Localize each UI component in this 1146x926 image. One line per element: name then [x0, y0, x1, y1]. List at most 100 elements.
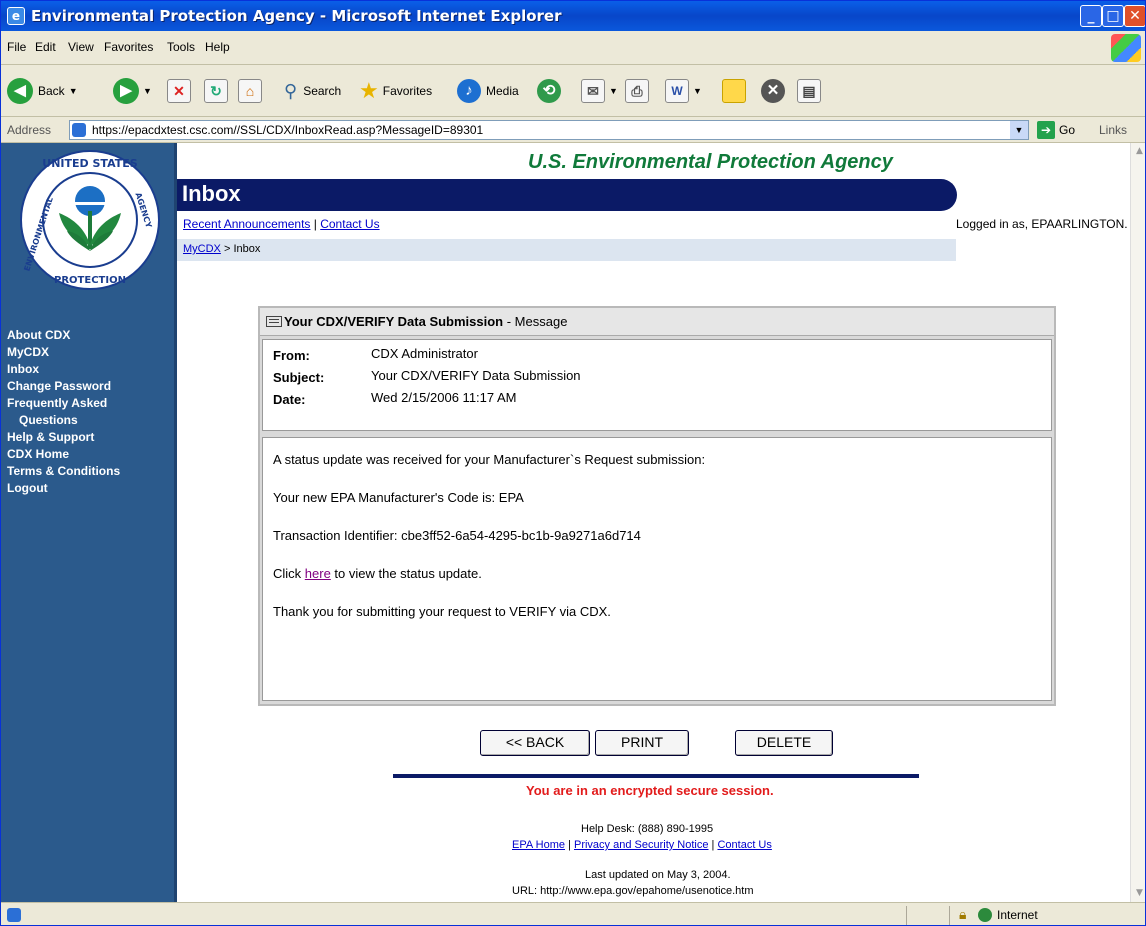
- address-label: Address: [7, 123, 52, 137]
- sidebar-item-logout[interactable]: Logout: [7, 480, 120, 497]
- message-header: Your CDX/VERIFY Data Submission - Messag…: [260, 308, 1054, 336]
- secure-session-text: You are in an encrypted secure session.: [526, 783, 774, 798]
- printer-icon: ⎙: [625, 79, 649, 103]
- address-url[interactable]: https://epacdxtest.csc.com//SSL/CDX/Inbo…: [92, 123, 483, 137]
- seal-top-text: UNITED STATES: [42, 157, 137, 170]
- chevron-down-icon: ▼: [693, 86, 702, 96]
- close-button[interactable]: ✕: [1124, 5, 1145, 27]
- footer-links: EPA Home | Privacy and Security Notice |…: [512, 839, 772, 851]
- subject-label: Subject:: [273, 370, 325, 385]
- sidebar-item-faq-cont[interactable]: Questions: [7, 412, 120, 429]
- back-page-button[interactable]: << BACK: [480, 730, 590, 756]
- home-button[interactable]: ⌂: [238, 77, 262, 105]
- stop-button[interactable]: ✕: [167, 77, 191, 105]
- body-line-thanks: Thank you for submitting your request to…: [273, 604, 611, 619]
- message-title: Your CDX/VERIFY Data Submission: [284, 314, 504, 329]
- breadcrumb-mycdx-link[interactable]: MyCDX: [183, 243, 221, 255]
- stop-icon: ✕: [167, 79, 191, 103]
- history-button[interactable]: ⟲: [537, 77, 561, 105]
- inbox-banner: Inbox: [177, 179, 957, 211]
- word-icon: W: [665, 79, 689, 103]
- scroll-down-icon[interactable]: ▼: [1131, 885, 1145, 902]
- chevron-down-icon[interactable]: ▼: [1010, 121, 1028, 139]
- body-line-transaction: Transaction Identifier: cbe3ff52-6a54-42…: [273, 528, 641, 543]
- zone-text: Internet: [997, 908, 1038, 922]
- top-links: Recent Announcements | Contact Us: [183, 217, 380, 231]
- block-button[interactable]: ✕: [761, 77, 785, 105]
- sidebar-item-help-support[interactable]: Help & Support: [7, 429, 120, 446]
- notes-button[interactable]: [722, 77, 746, 105]
- epa-home-link[interactable]: EPA Home: [512, 839, 565, 851]
- menu-tools[interactable]: Tools: [167, 40, 195, 54]
- delete-button[interactable]: DELETE: [735, 730, 833, 756]
- helpdesk-text: Help Desk: (888) 890-1995: [581, 823, 714, 835]
- chevron-down-icon: ▼: [609, 86, 618, 96]
- message-body: A status update was received for your Ma…: [262, 437, 1052, 701]
- print-toolbar-button[interactable]: ⎙: [625, 77, 649, 105]
- windows-logo-icon: [1111, 34, 1141, 62]
- sidebar-item-terms[interactable]: Terms & Conditions: [7, 463, 120, 480]
- sidebar-item-about-cdx[interactable]: About CDX: [7, 327, 120, 344]
- vertical-scrollbar[interactable]: ▲ ▼: [1130, 143, 1145, 902]
- sidebar-item-change-password[interactable]: Change Password: [7, 378, 120, 395]
- sidebar: UNITED STATES ENVIRONMENTAL AGENCY PROTE…: [1, 143, 177, 902]
- favorites-button[interactable]: ★ Favorites: [359, 77, 432, 105]
- menu-favorites[interactable]: Favorites: [104, 40, 153, 54]
- back-arrow-icon: ◀: [7, 78, 33, 104]
- scroll-up-icon[interactable]: ▲: [1131, 143, 1145, 160]
- address-input[interactable]: https://epacdxtest.csc.com//SSL/CDX/Inbo…: [69, 120, 1029, 140]
- links-label[interactable]: Links: [1099, 123, 1127, 137]
- footer-contact-link[interactable]: Contact Us: [717, 839, 771, 851]
- history-icon: ⟲: [537, 79, 561, 103]
- menu-edit[interactable]: Edit: [35, 40, 56, 54]
- body-line-status: A status update was received for your Ma…: [273, 452, 706, 467]
- from-value: CDX Administrator: [371, 346, 478, 361]
- research-button[interactable]: ▤: [797, 77, 821, 105]
- menu-help[interactable]: Help: [205, 40, 230, 54]
- page-icon: [72, 123, 86, 137]
- refresh-button[interactable]: ↻: [204, 77, 228, 105]
- breadcrumb-separator: >: [223, 243, 231, 255]
- recent-announcements-link[interactable]: Recent Announcements: [183, 217, 310, 231]
- chevron-down-icon: ▼: [143, 86, 152, 96]
- contact-us-link[interactable]: Contact Us: [320, 217, 379, 231]
- go-label: Go: [1059, 123, 1076, 137]
- mail-icon: ✉: [581, 79, 605, 103]
- minimize-button[interactable]: _: [1080, 5, 1102, 27]
- seal-bottom-text: PROTECTION: [54, 275, 126, 286]
- maximize-button[interactable]: □: [1102, 5, 1124, 27]
- menu-view[interactable]: View: [68, 40, 94, 54]
- menu-file[interactable]: File: [7, 40, 26, 54]
- footer-url-text: URL: http://www.epa.gov/epahome/usenotic…: [512, 885, 754, 897]
- star-icon: ★: [359, 78, 379, 103]
- forward-button[interactable]: ▶ ▼: [113, 77, 152, 105]
- back-label: Back: [38, 84, 65, 98]
- edit-button[interactable]: W ▼: [665, 77, 702, 105]
- favorites-label: Favorites: [382, 84, 433, 98]
- page-title: Inbox: [182, 181, 241, 206]
- block-icon: ✕: [761, 79, 785, 103]
- refresh-icon: ↻: [204, 79, 228, 103]
- print-button[interactable]: PRINT: [595, 730, 689, 756]
- search-button[interactable]: ⚲ Search: [284, 77, 341, 105]
- mail-button[interactable]: ✉ ▼: [581, 77, 618, 105]
- chevron-down-icon: ▼: [68, 86, 78, 96]
- back-button[interactable]: ◀ Back ▼: [7, 77, 78, 105]
- sidebar-item-cdx-home[interactable]: CDX Home: [7, 446, 120, 463]
- window-title: Environmental Protection Agency - Micros…: [31, 7, 562, 25]
- privacy-notice-link[interactable]: Privacy and Security Notice: [574, 839, 709, 851]
- body-line-code: Your new EPA Manufacturer's Code is: EPA: [273, 490, 524, 505]
- subject-value: Your CDX/VERIFY Data Submission: [371, 368, 581, 383]
- media-button[interactable]: ♪ Media: [457, 77, 519, 105]
- sidebar-nav: About CDX MyCDX Inbox Change Password Fr…: [7, 327, 120, 497]
- forward-arrow-icon: ▶: [113, 78, 139, 104]
- go-button[interactable]: ➔ Go: [1037, 120, 1075, 140]
- epa-seal-logo: UNITED STATES ENVIRONMENTAL AGENCY PROTE…: [20, 150, 160, 290]
- sidebar-item-mycdx[interactable]: MyCDX: [7, 344, 120, 361]
- date-label: Date:: [273, 392, 306, 407]
- lock-icon: 🔒︎: [959, 906, 967, 922]
- here-link[interactable]: here: [305, 566, 331, 581]
- sidebar-item-faq[interactable]: Frequently Asked: [7, 395, 120, 412]
- sidebar-item-inbox[interactable]: Inbox: [7, 361, 120, 378]
- date-value: Wed 2/15/2006 11:17 AM: [371, 390, 517, 405]
